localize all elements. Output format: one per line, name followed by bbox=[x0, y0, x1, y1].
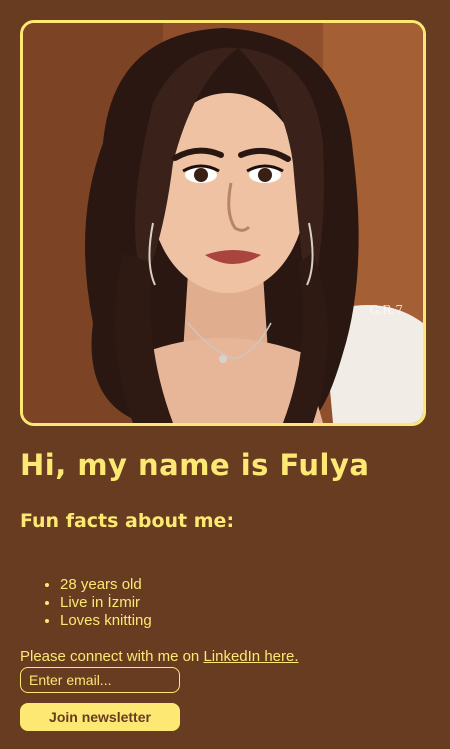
connect-text: Please connect with me on LinkedIn here. bbox=[20, 648, 299, 665]
profile-card: G.R.7 Hi, my name is Fulya Fun facts abo… bbox=[20, 20, 426, 731]
join-newsletter-button[interactable]: Join newsletter bbox=[20, 703, 180, 731]
fun-facts-list: 28 years old Live in İzmir Loves knittin… bbox=[20, 576, 152, 630]
email-input[interactable] bbox=[20, 667, 180, 693]
list-item: Loves knitting bbox=[60, 612, 152, 630]
photo-watermark: G.R.7 bbox=[369, 303, 403, 317]
linkedin-link[interactable]: LinkedIn here. bbox=[203, 648, 298, 665]
fun-facts-heading: Fun facts about me: bbox=[20, 510, 235, 532]
connect-label: Please connect with me on bbox=[20, 648, 204, 665]
list-item: 28 years old bbox=[60, 576, 152, 594]
profile-photo: G.R.7 bbox=[20, 20, 426, 426]
portrait-illustration bbox=[23, 23, 423, 423]
list-item: Live in İzmir bbox=[60, 594, 152, 612]
page-title: Hi, my name is Fulya bbox=[20, 448, 370, 482]
